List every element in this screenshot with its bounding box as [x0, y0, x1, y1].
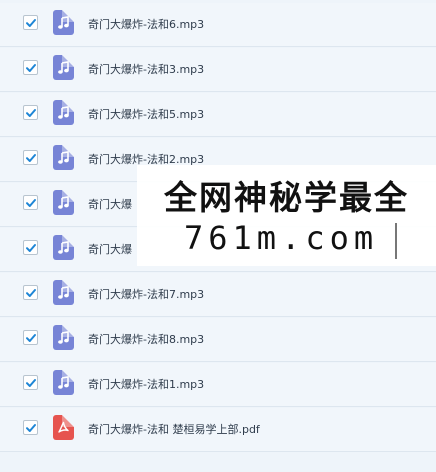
checkmark-icon — [26, 154, 36, 162]
file-row[interactable]: 奇门大爆炸-法和1.mp3 — [0, 363, 436, 407]
checkmark-icon — [26, 334, 36, 342]
checkmark-icon — [26, 379, 36, 387]
music-note-icon — [53, 145, 74, 170]
music-note-icon — [53, 100, 74, 125]
music-note-icon — [53, 325, 74, 350]
checkmark-icon — [26, 424, 36, 432]
file-name[interactable]: 奇门大爆 — [88, 196, 132, 212]
file-name[interactable]: 奇门大爆 — [88, 241, 132, 257]
watermark-title: 全网神秘学最全 — [164, 178, 409, 217]
music-note-icon — [53, 10, 74, 35]
file-row[interactable]: 奇门大爆炸-法和5.mp3 — [0, 93, 436, 137]
file-name[interactable]: 奇门大爆炸-法和6.mp3 — [88, 16, 204, 32]
file-checkbox[interactable] — [23, 330, 38, 345]
checkmark-icon — [26, 109, 36, 117]
file-name[interactable]: 奇门大爆炸-法和3.mp3 — [88, 61, 204, 77]
file-name[interactable]: 奇门大爆炸-法和 楚桓易学上部.pdf — [88, 421, 260, 437]
checkmark-icon — [26, 19, 36, 27]
file-checkbox[interactable] — [23, 150, 38, 165]
pdf-acrobat-icon — [53, 415, 74, 440]
file-row[interactable]: 奇门大爆炸-法和3.mp3 — [0, 48, 436, 92]
music-note-icon — [53, 370, 74, 395]
file-row[interactable]: 奇门大爆炸-法和8.mp3 — [0, 318, 436, 362]
file-name[interactable]: 奇门大爆炸-法和5.mp3 — [88, 106, 204, 122]
file-name[interactable]: 奇门大爆炸-法和8.mp3 — [88, 331, 204, 347]
music-note-icon — [53, 190, 74, 215]
file-checkbox[interactable] — [23, 240, 38, 255]
file-checkbox[interactable] — [23, 60, 38, 75]
text-cursor — [395, 223, 397, 259]
music-note-icon — [53, 280, 74, 305]
checkmark-icon — [26, 64, 36, 72]
file-checkbox[interactable] — [23, 285, 38, 300]
file-name[interactable]: 奇门大爆炸-法和7.mp3 — [88, 286, 204, 302]
watermark-overlay: 全网神秘学最全 761m.com — [137, 165, 436, 266]
music-note-icon — [53, 235, 74, 260]
file-checkbox[interactable] — [23, 420, 38, 435]
watermark-url: 761m.com — [184, 219, 379, 257]
checkmark-icon — [26, 289, 36, 297]
file-row[interactable]: 奇门大爆炸-法和6.mp3 — [0, 3, 436, 47]
file-row[interactable]: 奇门大爆炸-法和7.mp3 — [0, 273, 436, 317]
file-name[interactable]: 奇门大爆炸-法和1.mp3 — [88, 376, 204, 392]
file-row[interactable]: 奇门大爆炸-法和 楚桓易学上部.pdf — [0, 408, 436, 452]
music-note-icon — [53, 55, 74, 80]
checkmark-icon — [26, 244, 36, 252]
file-checkbox[interactable] — [23, 105, 38, 120]
checkmark-icon — [26, 199, 36, 207]
file-checkbox[interactable] — [23, 195, 38, 210]
file-checkbox[interactable] — [23, 15, 38, 30]
file-checkbox[interactable] — [23, 375, 38, 390]
